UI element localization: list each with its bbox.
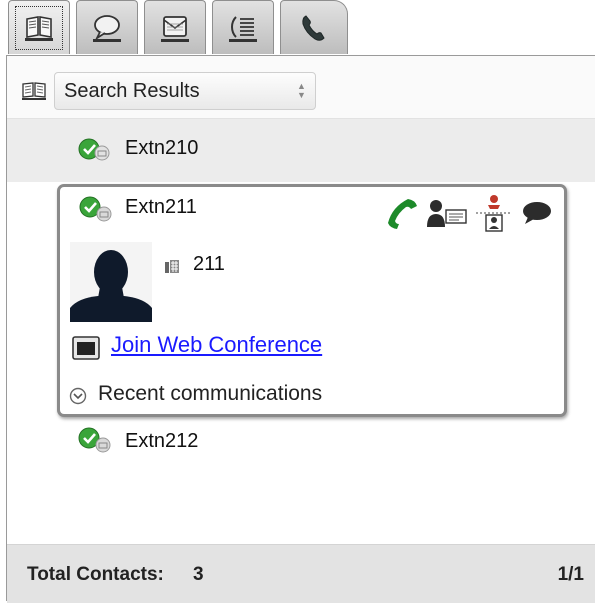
select-arrows-icon: ▲ ▼: [297, 81, 306, 100]
tab-focus-ring: [15, 6, 63, 50]
web-conference-icon: [72, 336, 100, 360]
extension-number: 211: [193, 253, 225, 275]
tab-phone[interactable]: [280, 0, 348, 54]
join-web-conference-link[interactable]: Join Web Conference: [111, 332, 322, 358]
tab-bar: [0, 0, 595, 56]
person-silhouette-icon: [70, 242, 152, 322]
page-indicator: 1/1: [557, 564, 584, 585]
phone-icon: [302, 14, 325, 41]
contact-row[interactable]: Extn210: [7, 119, 595, 182]
toolbar: Search Results ▲ ▼: [7, 56, 595, 119]
address-book-icon: [22, 82, 46, 100]
tab-chat[interactable]: [76, 0, 138, 54]
contact-name: Extn210: [125, 137, 199, 159]
call-icon[interactable]: [384, 196, 420, 230]
contact-card[interactable]: Extn211 211 Join Web Conference Recent c…: [57, 184, 567, 417]
contact-name[interactable]: Extn212: [125, 430, 198, 453]
presence-available-mobile-icon: [78, 427, 111, 453]
directory-select[interactable]: Search Results ▲ ▼: [54, 72, 316, 110]
presence-available-mobile-icon: [79, 196, 112, 222]
directory-select-value: Search Results: [64, 79, 200, 102]
total-contacts-count: 3: [193, 564, 204, 585]
recent-communications-toggle[interactable]: Recent communications: [98, 382, 322, 406]
transfer-icon[interactable]: [474, 193, 514, 233]
contact-name: Extn211: [125, 196, 197, 218]
tab-contacts[interactable]: [8, 0, 70, 54]
tab-voicemail[interactable]: [144, 0, 206, 54]
presence-available-icon: [78, 138, 110, 161]
chevron-down-circle-icon[interactable]: [69, 387, 87, 405]
avatar: [70, 242, 152, 322]
contact-actions: [384, 193, 554, 233]
voicemail-icon: [161, 15, 189, 42]
contact-card-icon[interactable]: [426, 197, 468, 229]
desk-phone-icon: [165, 260, 179, 273]
contacts-panel: Search Results ▲ ▼ Extn210 Extn211 211 J…: [6, 55, 595, 603]
status-footer: Total Contacts: 3 1/1: [7, 544, 595, 603]
tab-call-log[interactable]: [212, 0, 274, 54]
chat-icon[interactable]: [520, 199, 554, 227]
call-log-icon: [229, 15, 257, 42]
chat-bubble-icon: [93, 14, 121, 42]
total-contacts-label: Total Contacts:: [27, 564, 164, 585]
